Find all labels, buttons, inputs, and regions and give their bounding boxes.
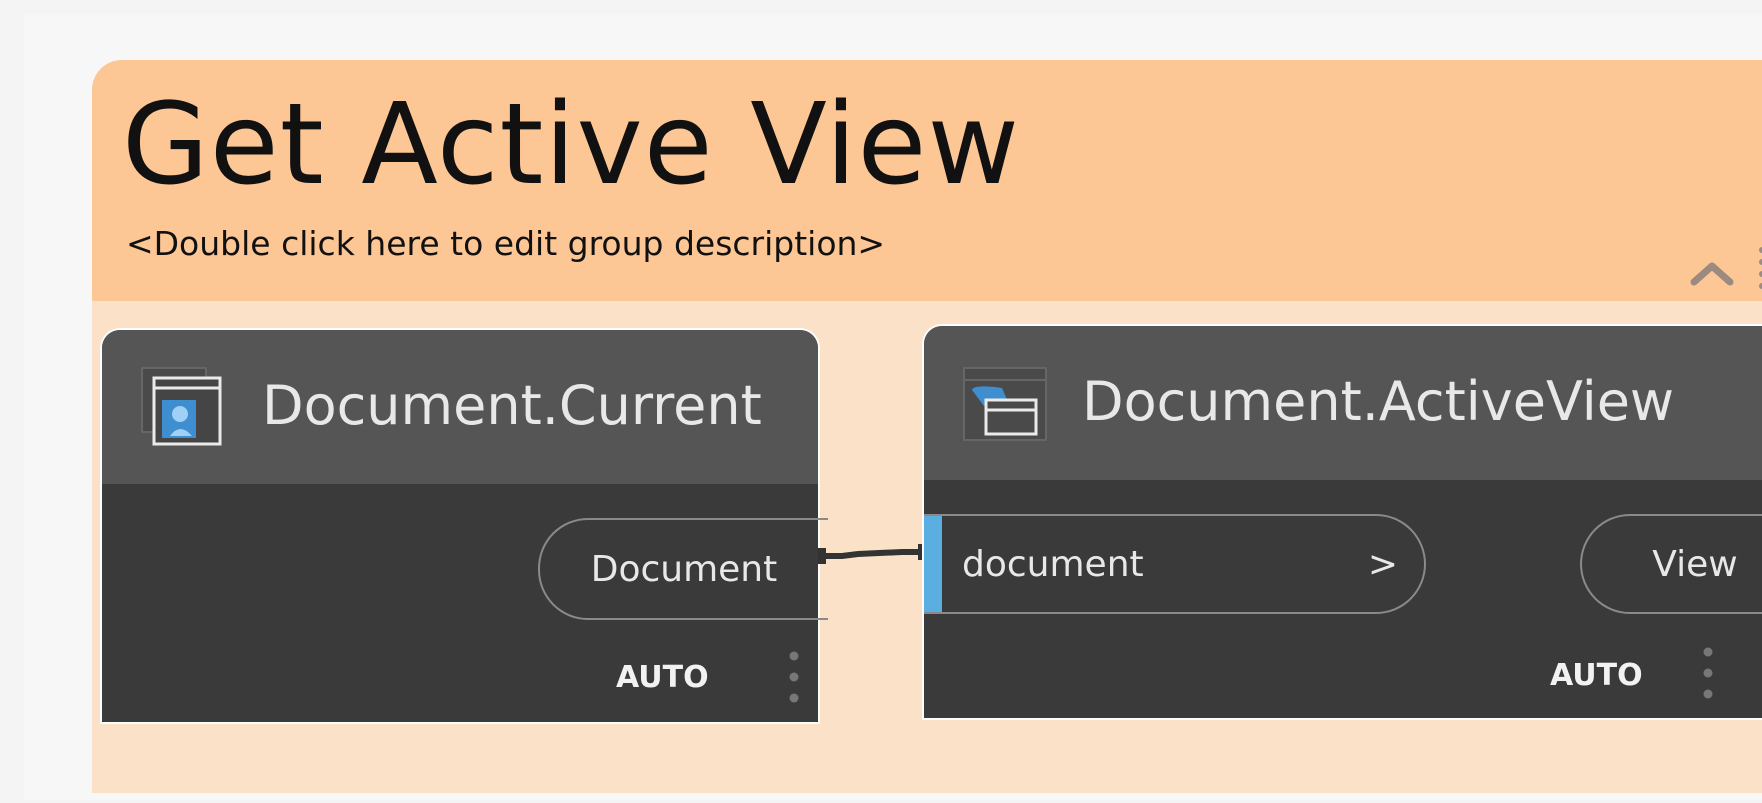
output-port-label: Document [590, 548, 778, 590]
node-header[interactable]: Document.Current [102, 330, 818, 484]
group-title[interactable]: Get Active View [122, 80, 1020, 210]
lacing-label[interactable]: AUTO [1550, 658, 1643, 693]
node-menu-icon[interactable] [788, 650, 800, 704]
node-document-activeview[interactable]: Document.ActiveView document > View AUTO [924, 326, 1762, 718]
node-title: Document.Current [262, 374, 762, 437]
node-document-current[interactable]: Document.Current Document AUTO [102, 330, 828, 722]
input-port-arrow[interactable]: > [1368, 544, 1398, 585]
node-menu-icon[interactable] [1702, 646, 1714, 700]
output-port-view[interactable]: View [1580, 514, 1762, 614]
workspace-canvas[interactable]: Get Active View <Double click here to ed… [24, 14, 1762, 800]
document-activeview-icon [963, 367, 1047, 441]
input-port-label: document [962, 543, 1144, 585]
node-header[interactable]: Document.ActiveView [924, 326, 1762, 480]
node-title: Document.ActiveView [1082, 370, 1675, 433]
group-header[interactable]: Get Active View <Double click here to ed… [92, 60, 1762, 301]
group-description[interactable]: <Double click here to edit group descrip… [126, 224, 885, 263]
lacing-label[interactable]: AUTO [616, 660, 709, 695]
input-port-document[interactable]: document > [924, 514, 1426, 614]
output-port-label: View [1652, 543, 1738, 585]
connector-wire[interactable] [818, 534, 928, 574]
document-current-icon [141, 367, 222, 446]
chevron-up-icon[interactable] [1684, 244, 1740, 300]
output-port-document[interactable]: Document [538, 518, 828, 620]
more-options-icon[interactable] [1756, 244, 1762, 296]
